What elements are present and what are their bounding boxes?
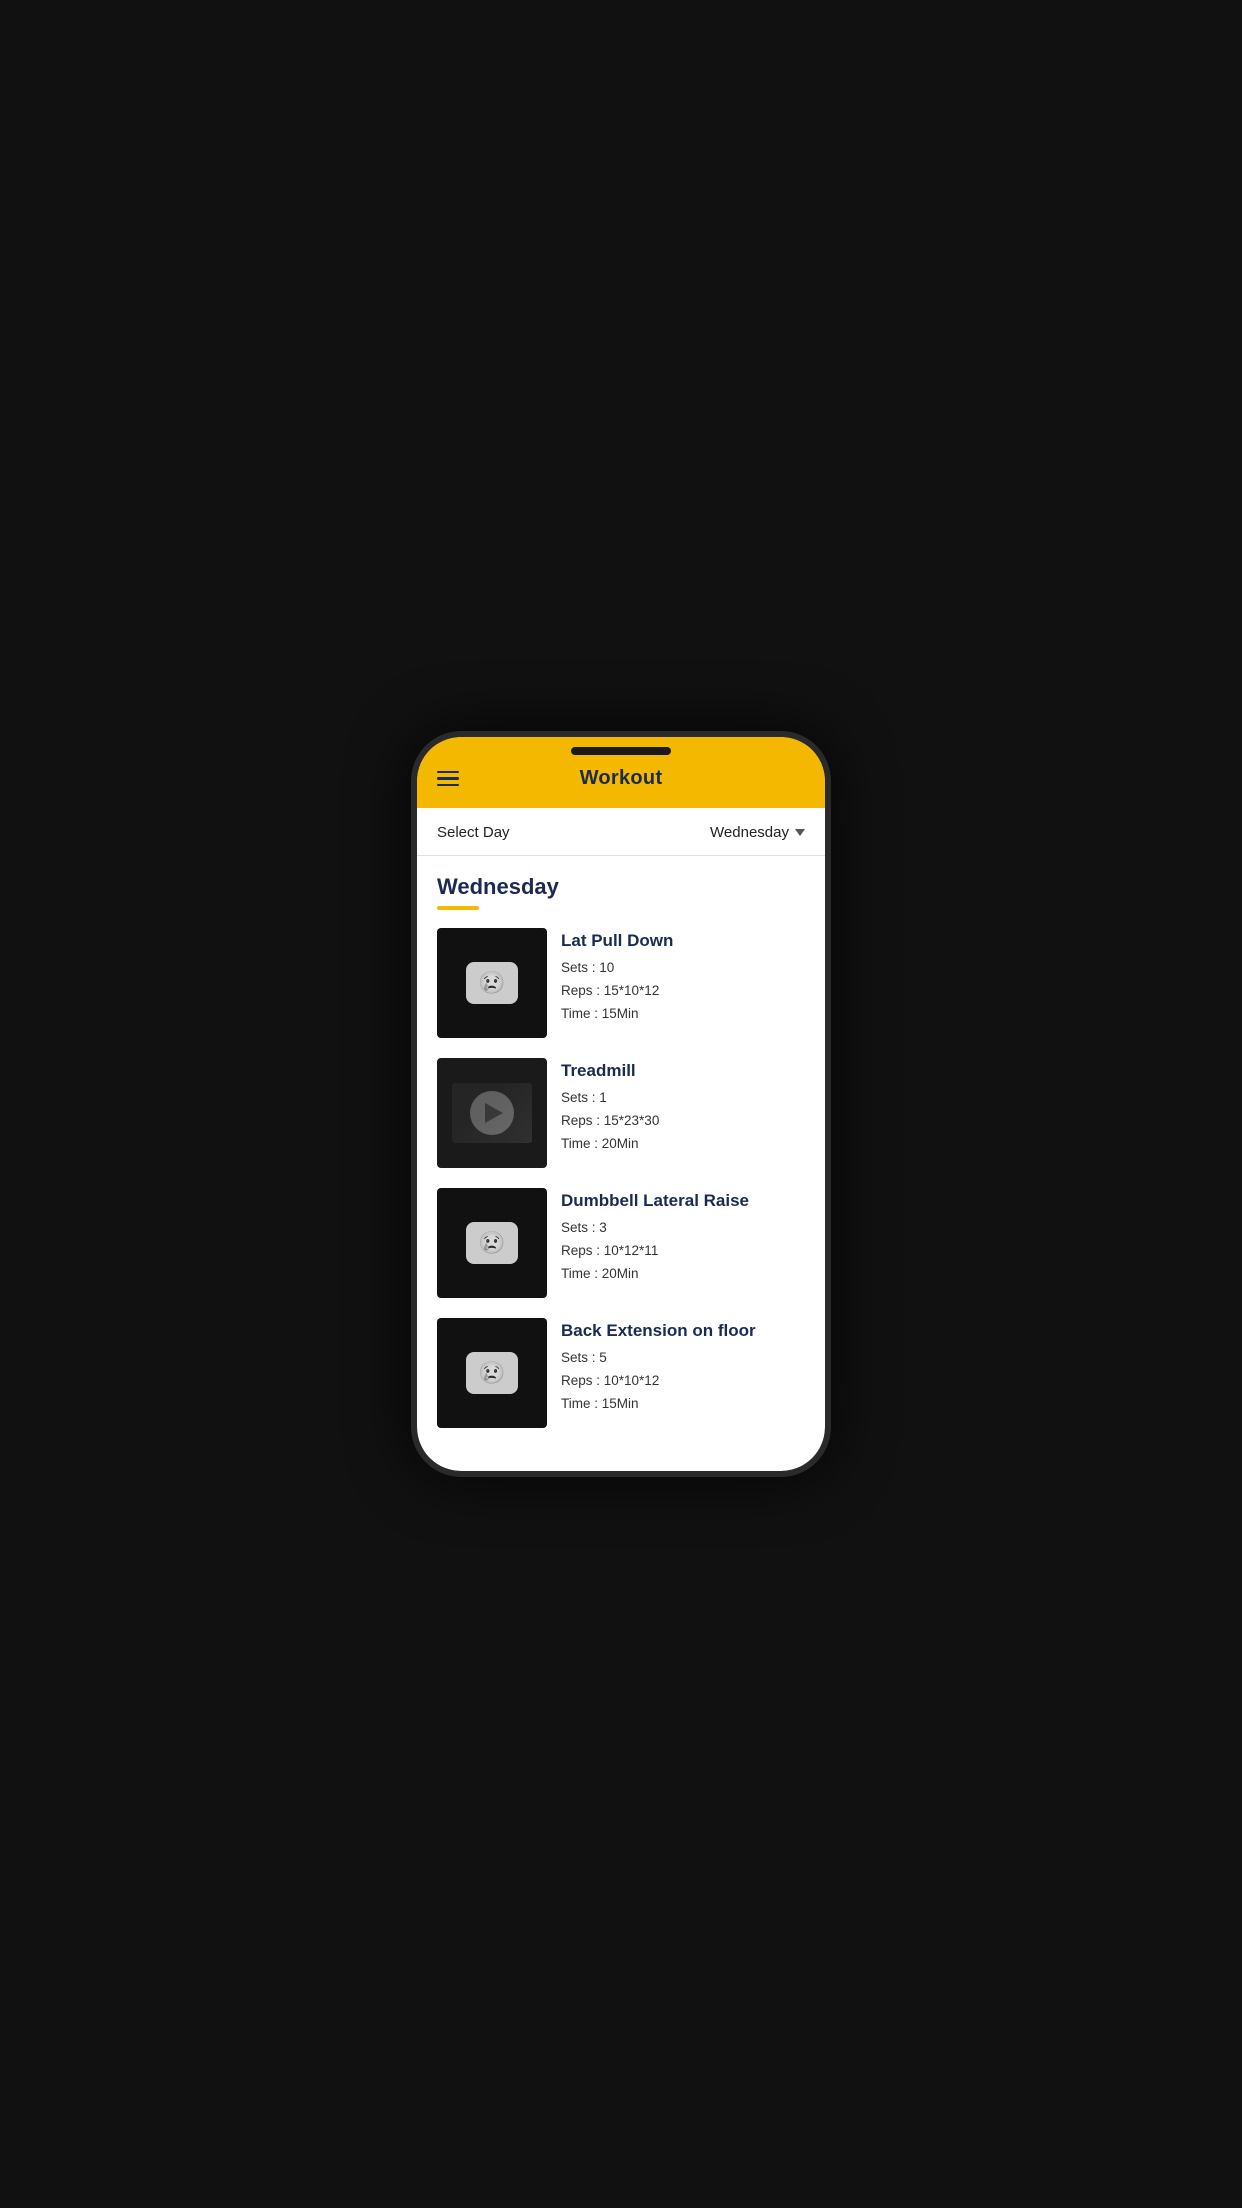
menu-button[interactable] bbox=[437, 771, 459, 787]
exercise-info-treadmill: Treadmill Sets : 1 Reps : 15*23*30 Time … bbox=[561, 1058, 805, 1156]
day-underline-decoration bbox=[437, 906, 479, 910]
phone-notch bbox=[571, 747, 671, 755]
exercise-sets: Sets : 3 bbox=[561, 1217, 805, 1240]
exercise-reps: Reps : 15*10*12 bbox=[561, 980, 805, 1003]
exercise-sets: Sets : 10 bbox=[561, 957, 805, 980]
exercise-thumbnail-treadmill[interactable] bbox=[437, 1058, 547, 1168]
broken-video-icon bbox=[466, 962, 518, 1004]
exercise-name: Treadmill bbox=[561, 1060, 805, 1082]
exercise-sets: Sets : 5 bbox=[561, 1347, 805, 1370]
exercise-time: Time : 15Min bbox=[561, 1003, 805, 1026]
exercise-item[interactable]: Back Extension on floor Sets : 5 Reps : … bbox=[437, 1318, 805, 1428]
exercise-item[interactable]: Lat Pull Down Sets : 10 Reps : 15*10*12 … bbox=[437, 928, 805, 1038]
exercise-list: Lat Pull Down Sets : 10 Reps : 15*10*12 … bbox=[437, 928, 805, 1428]
select-day-row: Select Day Wednesday bbox=[417, 808, 825, 856]
exercise-reps: Reps : 10*12*11 bbox=[561, 1240, 805, 1263]
exercise-name: Dumbbell Lateral Raise bbox=[561, 1190, 805, 1212]
phone-frame: Workout Select Day Wednesday Wednesday bbox=[411, 731, 831, 1477]
header-title: Workout bbox=[580, 767, 663, 790]
exercise-time: Time : 15Min bbox=[561, 1393, 805, 1416]
exercise-info-back-extension: Back Extension on floor Sets : 5 Reps : … bbox=[561, 1318, 805, 1416]
day-heading: Wednesday bbox=[437, 874, 805, 900]
exercise-info-lat-pull-down: Lat Pull Down Sets : 10 Reps : 15*10*12 … bbox=[561, 928, 805, 1026]
treadmill-bg-shape bbox=[452, 1083, 532, 1143]
exercise-thumbnail-lat-pull-down[interactable] bbox=[437, 928, 547, 1038]
exercises-scroll-content[interactable]: Wednesday Lat Pull Down Sets : 10 Reps :… bbox=[417, 856, 825, 1471]
exercise-name: Back Extension on floor bbox=[561, 1320, 805, 1342]
exercise-thumbnail-back-extension[interactable] bbox=[437, 1318, 547, 1428]
exercise-sets: Sets : 1 bbox=[561, 1087, 805, 1110]
exercise-info-dumbbell-lateral-raise: Dumbbell Lateral Raise Sets : 3 Reps : 1… bbox=[561, 1188, 805, 1286]
day-dropdown[interactable]: Wednesday bbox=[710, 824, 805, 841]
exercise-thumbnail-dumbbell-lateral-raise[interactable] bbox=[437, 1188, 547, 1298]
chevron-down-icon bbox=[795, 829, 805, 836]
treadmill-silhouette bbox=[437, 1058, 547, 1168]
exercise-item[interactable]: Treadmill Sets : 1 Reps : 15*23*30 Time … bbox=[437, 1058, 805, 1168]
broken-video-icon bbox=[466, 1222, 518, 1264]
exercise-item[interactable]: Dumbbell Lateral Raise Sets : 3 Reps : 1… bbox=[437, 1188, 805, 1298]
broken-video-icon bbox=[466, 1352, 518, 1394]
exercise-time: Time : 20Min bbox=[561, 1133, 805, 1156]
exercise-reps: Reps : 10*10*12 bbox=[561, 1370, 805, 1393]
selected-day-text: Wednesday bbox=[710, 824, 789, 841]
phone-screen: Workout Select Day Wednesday Wednesday bbox=[417, 737, 825, 1471]
exercise-time: Time : 20Min bbox=[561, 1263, 805, 1286]
exercise-name: Lat Pull Down bbox=[561, 930, 805, 952]
select-day-label: Select Day bbox=[437, 824, 510, 841]
exercise-reps: Reps : 15*23*30 bbox=[561, 1110, 805, 1133]
